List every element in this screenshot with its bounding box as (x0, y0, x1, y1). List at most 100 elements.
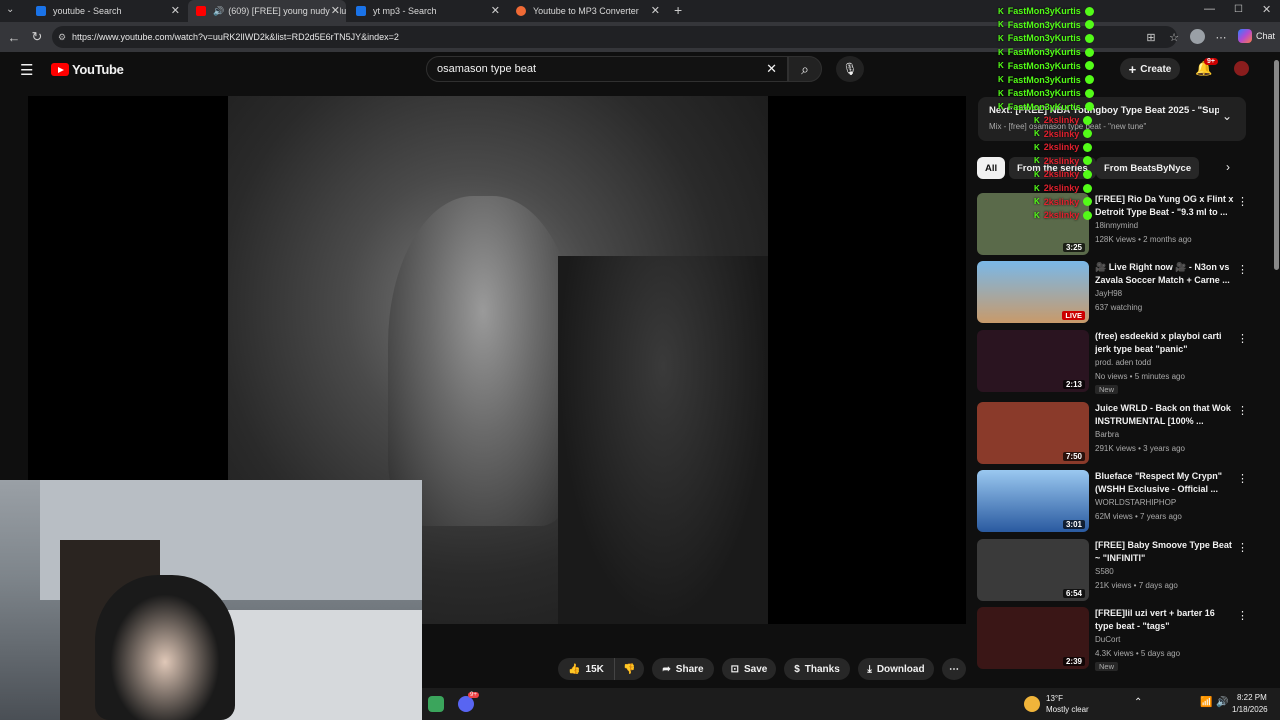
chevron-down-icon[interactable]: ⌄ (1222, 109, 1232, 123)
video-thumbnail[interactable]: 2:13 (977, 330, 1089, 392)
chevron-right-icon[interactable]: › (1226, 160, 1230, 174)
speaker-icon[interactable]: 🔊 (213, 6, 224, 17)
youtube-logo-icon[interactable] (51, 63, 69, 76)
kebab-menu-icon[interactable]: ⋮ (1237, 472, 1248, 485)
channel-name[interactable]: prod. aden todd (1095, 358, 1151, 367)
dislike-button[interactable]: 👎 (614, 658, 644, 680)
app-icon-green[interactable] (428, 696, 444, 712)
clear-search-icon[interactable]: ✕ (766, 61, 777, 77)
save-button[interactable]: ⊡ Save (722, 658, 776, 680)
favorites-icon[interactable]: ☆ (1167, 30, 1181, 44)
tab-list-icon[interactable]: ⌄ (6, 4, 14, 15)
site-info-icon[interactable]: ⚙ (58, 32, 66, 43)
chat-badge-icon (1083, 115, 1093, 125)
close-icon[interactable]: ✕ (491, 4, 500, 17)
chat-badge-icon (1084, 33, 1094, 43)
kebab-menu-icon[interactable]: ⋮ (1237, 404, 1248, 417)
network-icon[interactable]: 📶 (1200, 697, 1212, 708)
tab-3[interactable]: yt mp3 - Search ✕ (348, 0, 506, 22)
thanks-button[interactable]: $ Thanks (784, 658, 850, 680)
recommendation-item[interactable]: LIVE 🎥 Live Right now 🎥 - N3on vs Zavala… (977, 261, 1248, 325)
thumbs-up-icon: 👍 (568, 663, 581, 675)
more-actions-button[interactable]: ⋯ (942, 658, 966, 680)
kebab-menu-icon[interactable]: ⋮ (1237, 609, 1248, 622)
kick-icon: K (1034, 169, 1040, 179)
extensions-icon[interactable]: ⊞ (1144, 30, 1158, 44)
chip-all[interactable]: All (977, 157, 1006, 179)
video-title[interactable]: (free) esdeekid x playboi carti jerk typ… (1095, 330, 1235, 356)
tab-4-label: Youtube to MP3 Converter (533, 6, 639, 16)
video-title[interactable]: [FREE] Rio Da Yung OG x Flint x Detroit … (1095, 193, 1235, 219)
webcam-overlay (0, 480, 422, 720)
video-title[interactable]: 🎥 Live Right now 🎥 - N3on vs Zavala Socc… (1095, 261, 1235, 287)
copilot-chat-button[interactable]: Chat (1238, 29, 1275, 43)
youtube-logo-text[interactable]: YouTube (72, 62, 124, 77)
duration-badge: 6:54 (1062, 589, 1085, 598)
weather-icon[interactable] (1024, 696, 1040, 712)
channel-name[interactable]: DuCort (1095, 635, 1120, 644)
recommendation-item[interactable]: 2:39 [FREE]lil uzi vert + barter 16 type… (977, 607, 1248, 671)
video-title[interactable]: Blueface "Respect My Crypn" (WSHH Exclus… (1095, 470, 1235, 496)
new-tab-button[interactable]: + (674, 2, 682, 18)
recommendation-item[interactable]: 3:01 Blueface "Respect My Crypn" (WSHH E… (977, 470, 1248, 534)
kebab-menu-icon[interactable]: ⋮ (1237, 541, 1248, 554)
account-avatar[interactable] (1234, 61, 1249, 76)
recommendation-item[interactable]: 2:13 (free) esdeekid x playboi carti jer… (977, 330, 1248, 394)
channel-name[interactable]: 18inmymind (1095, 221, 1138, 230)
close-icon[interactable]: ✕ (171, 4, 180, 17)
create-button[interactable]: + Create (1120, 58, 1180, 80)
like-button[interactable]: 👍 15K (558, 658, 614, 680)
chat-username: FastMon3yKurtis (1007, 6, 1081, 16)
close-icon[interactable]: ✕ (330, 4, 340, 17)
discord-icon[interactable] (458, 696, 474, 712)
video-title[interactable]: [FREE] Baby Smoove Type Beat ~ "INFINITI… (1095, 539, 1235, 565)
recommendation-item[interactable]: 3:25 [FREE] Rio Da Yung OG x Flint x Det… (977, 193, 1248, 257)
search-input[interactable]: osamason type beat ✕ (426, 56, 788, 82)
save-label: Save (744, 663, 768, 675)
tray-chevron-icon[interactable]: ⌃ (1134, 697, 1142, 708)
chat-message: K FastMon3yKurtis (998, 32, 1094, 44)
profile-avatar[interactable] (1190, 29, 1205, 44)
close-icon[interactable]: ✕ (651, 4, 660, 17)
recommendation-item[interactable]: 6:54 [FREE] Baby Smoove Type Beat ~ "INF… (977, 539, 1248, 603)
download-button[interactable]: ⤓ Download (858, 658, 934, 680)
channel-name[interactable]: WORLDSTARHIPHOP (1095, 498, 1176, 507)
new-badge: New (1095, 662, 1119, 671)
recommendation-item[interactable]: 7:50 Juice WRLD - Back on that Wok INSTR… (977, 402, 1248, 466)
kick-icon: K (998, 75, 1004, 84)
channel-name[interactable]: Barbra (1095, 430, 1119, 439)
menu-icon[interactable]: ☰ (20, 61, 33, 79)
kebab-menu-icon[interactable]: ⋮ (1237, 195, 1248, 208)
chip-from-channel[interactable]: From BeatsByNyce (1096, 157, 1200, 179)
clock-time[interactable]: 8:22 PM (1237, 693, 1267, 702)
maximize-button[interactable]: ☐ (1234, 4, 1243, 15)
video-title[interactable]: [FREE]lil uzi vert + barter 16 type beat… (1095, 607, 1235, 633)
refresh-button[interactable]: ↻ (27, 27, 47, 47)
more-icon[interactable]: ⋯ (1214, 30, 1228, 44)
channel-name[interactable]: JayH98 (1095, 289, 1122, 298)
chat-badge-icon (1083, 169, 1093, 179)
video-thumbnail[interactable]: 7:50 (977, 402, 1089, 464)
channel-name[interactable]: S580 (1095, 567, 1114, 576)
video-thumbnail[interactable]: 2:39 (977, 607, 1089, 669)
video-title[interactable]: Juice WRLD - Back on that Wok INSTRUMENT… (1095, 402, 1235, 428)
kebab-menu-icon[interactable]: ⋮ (1237, 332, 1248, 345)
tab-2[interactable]: 🔊 (609) [FREE] young nudy x luc ✕ (188, 0, 346, 22)
video-thumbnail[interactable]: LIVE (977, 261, 1089, 323)
kebab-menu-icon[interactable]: ⋮ (1237, 263, 1248, 276)
search-button[interactable]: ⌕ (788, 56, 822, 82)
video-meta: 637 watching (1095, 303, 1143, 312)
minimize-button[interactable]: — (1204, 3, 1215, 15)
volume-icon[interactable]: 🔊 (1216, 697, 1228, 708)
voice-search-button[interactable]: 🎙 (836, 56, 864, 82)
page-scrollbar-thumb[interactable] (1274, 60, 1279, 270)
video-thumbnail[interactable]: 6:54 (977, 539, 1089, 601)
clock-date[interactable]: 1/18/2026 (1232, 705, 1268, 714)
chat-username: FastMon3yKurtis (1007, 74, 1081, 85)
tab-1[interactable]: youtube - Search ✕ (28, 0, 186, 22)
tab-4[interactable]: Youtube to MP3 Converter ✕ (508, 0, 666, 22)
video-thumbnail[interactable]: 3:01 (977, 470, 1089, 532)
back-button[interactable]: ← (4, 27, 24, 47)
close-window-button[interactable]: ✕ (1262, 3, 1271, 16)
share-button[interactable]: ➦ Share (652, 658, 714, 680)
